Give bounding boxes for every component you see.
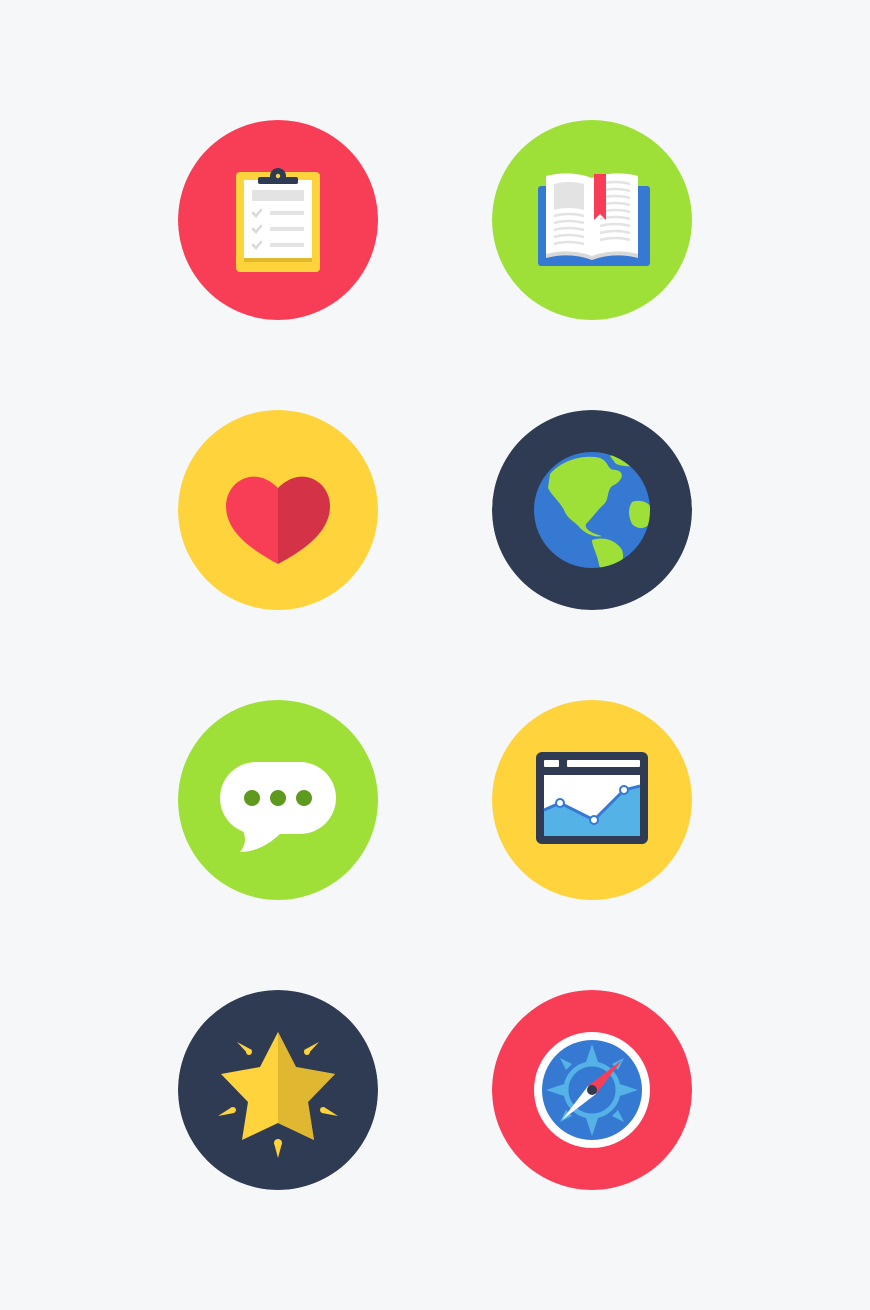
star-icon [178, 990, 378, 1190]
globe-icon [492, 410, 692, 610]
book-icon-tile[interactable] [492, 120, 692, 320]
heart-icon [178, 410, 378, 610]
clipboard-icon-tile[interactable] [178, 120, 378, 320]
globe-icon-tile[interactable] [492, 410, 692, 610]
line-chart-icon [492, 700, 692, 900]
star-icon-tile[interactable] [178, 990, 378, 1190]
heart-icon-tile[interactable] [178, 410, 378, 610]
line-chart-icon-tile[interactable] [492, 700, 692, 900]
compass-icon [492, 990, 692, 1190]
clipboard-icon [178, 120, 378, 320]
book-icon [492, 120, 692, 320]
compass-icon-tile[interactable] [492, 990, 692, 1190]
chat-bubble-icon [178, 700, 378, 900]
chat-bubble-icon-tile[interactable] [178, 700, 378, 900]
